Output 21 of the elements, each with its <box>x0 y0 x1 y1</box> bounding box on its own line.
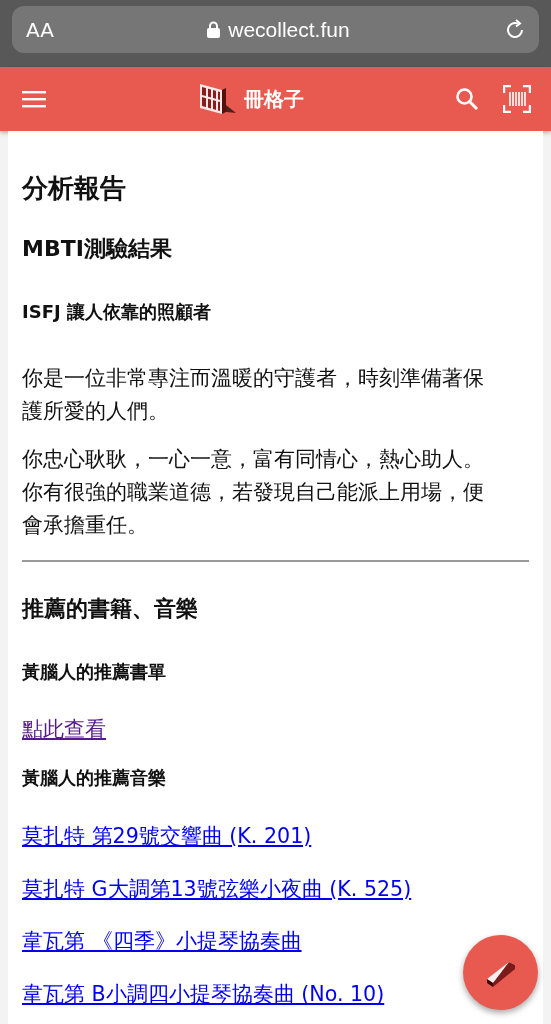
url-text: wecollect.fun <box>228 16 350 43</box>
link[interactable]: 點此查看 <box>22 714 106 746</box>
menu-icon[interactable] <box>22 90 46 108</box>
link[interactable]: 韋瓦第 B小調四小提琴協奏曲 (No. 10) <box>22 979 385 1011</box>
barcode-scan-icon[interactable] <box>503 85 531 113</box>
section-heading: MBTI測驗結果 <box>22 236 173 263</box>
paragraph: 你是一位非常專注而溫暖的守護者，時刻準備著保護所愛的人們。 <box>22 365 485 426</box>
subheading: ISFJ 讓人依靠的照顧者 <box>22 300 212 323</box>
link[interactable]: 韋瓦第 《四季》小提琴協奏曲 <box>22 926 302 958</box>
subheading: 黃腦人的推薦音樂 <box>22 767 167 789</box>
link[interactable]: 莫扎特 G大調第13號弦樂小夜曲 (K. 525) <box>22 873 412 905</box>
subheading: 黃腦人的推薦書單 <box>22 660 167 683</box>
page-heading: 分析報告 <box>22 173 127 205</box>
search-icon[interactable] <box>455 87 479 111</box>
app-title: 冊格子 <box>243 86 304 113</box>
text-size-button[interactable]: AA <box>12 14 54 45</box>
lock-icon <box>207 21 221 38</box>
address-bar[interactable]: AA wecollect.fun <box>12 6 539 53</box>
paragraph: 你忠心耿耿，一心一意，富有同情心，熱心助人。你有很強的職業道德，若發現自己能派上用場，便會承擔重任。 <box>22 446 485 540</box>
section-heading: 推薦的書籍、音樂 <box>22 596 199 623</box>
link[interactable]: 莫扎特 第29號交響曲 (K. 201) <box>22 820 312 852</box>
